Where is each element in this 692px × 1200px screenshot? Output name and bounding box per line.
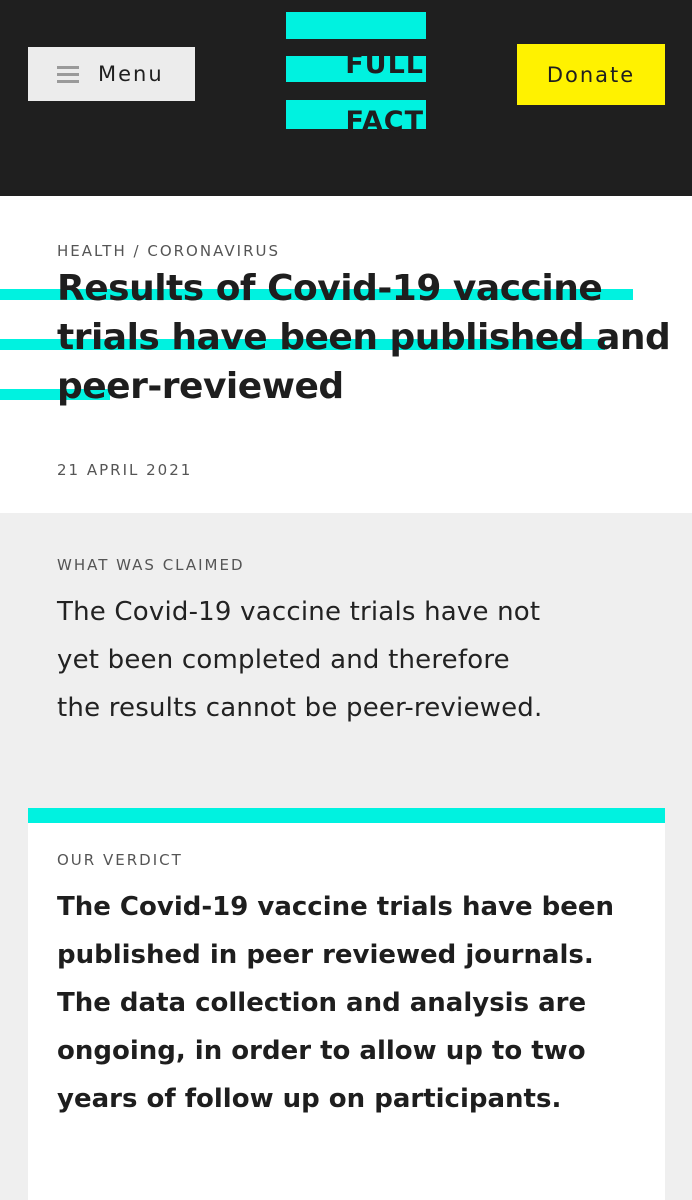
verdict-card: OUR VERDICT The Covid-19 vaccine trials … xyxy=(28,808,665,1200)
article-header: HEALTH / CORONAVIRUS Results of Covid-19… xyxy=(0,196,692,513)
claim-text: The Covid-19 vaccine trials have not yet… xyxy=(57,597,543,723)
page-title: Results of Covid-19 vaccine trials have … xyxy=(57,268,671,407)
breadcrumb-coronavirus-link[interactable]: CORONAVIRUS xyxy=(147,242,280,260)
verdict-text: The Covid-19 vaccine trials have been pu… xyxy=(57,892,615,1114)
breadcrumb-health-link[interactable]: HEALTH xyxy=(57,242,127,260)
full-fact-logo[interactable]: FULL FACT xyxy=(286,12,426,135)
verdict-accent-bar xyxy=(28,808,665,823)
claim-label: WHAT WAS CLAIMED xyxy=(57,556,245,574)
site-header: Menu FULL FACT Donate xyxy=(0,0,692,196)
breadcrumb-separator: / xyxy=(126,242,148,260)
title-block: Results of Covid-19 vaccine trials have … xyxy=(0,262,692,412)
breadcrumb: HEALTH / CORONAVIRUS xyxy=(57,242,280,260)
donate-button[interactable]: Donate xyxy=(517,44,665,105)
logo-word-fact: FACT xyxy=(345,106,424,137)
menu-button[interactable]: Menu xyxy=(28,47,195,101)
logo-word-full: FULL xyxy=(345,49,424,80)
menu-label: Menu xyxy=(98,62,164,86)
hamburger-icon xyxy=(57,65,79,83)
verdict-label: OUR VERDICT xyxy=(57,851,183,869)
publish-date: 21 APRIL 2021 xyxy=(57,461,193,479)
